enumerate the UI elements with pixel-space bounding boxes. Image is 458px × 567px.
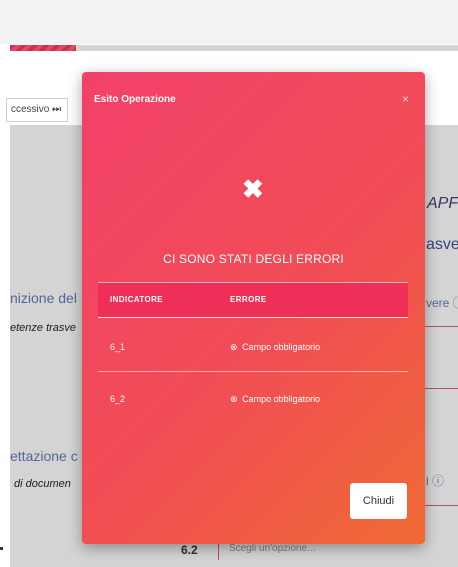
- table-row: 6_1 ⊗ Campo obbligatorio: [98, 320, 408, 372]
- error-text: Campo obbligatorio: [242, 394, 321, 404]
- indicator-cell: 6_2: [110, 394, 126, 404]
- error-text: Campo obbligatorio: [242, 342, 321, 352]
- column-header-indicator: INDICATORE: [110, 295, 164, 304]
- table-header: INDICATORE ERRORE: [98, 282, 408, 318]
- top-bar: [0, 0, 458, 44]
- modal-title: Esito Operazione: [94, 94, 176, 105]
- table-row: 6_2 ⊗ Campo obbligatorio: [98, 372, 408, 424]
- close-icon[interactable]: ×: [402, 92, 409, 106]
- error-cell: ⊗ Campo obbligatorio: [230, 394, 320, 405]
- column-header-error: ERRORE: [230, 295, 267, 304]
- progress-fill: [10, 45, 76, 51]
- error-cell: ⊗ Campo obbligatorio: [230, 342, 320, 353]
- result-modal: Esito Operazione × ✖ CI SONO STATI DEGLI…: [82, 72, 425, 544]
- error-circle-icon: ⊗: [230, 342, 238, 352]
- error-circle-icon: ⊗: [230, 394, 238, 404]
- bullet-mark: [0, 547, 3, 550]
- error-x-icon: ✖: [242, 174, 264, 204]
- progress-track: [10, 45, 458, 51]
- next-button[interactable]: ccessivo ⏭: [6, 98, 68, 122]
- indicator-cell: 6_1: [110, 342, 126, 352]
- close-button[interactable]: Chiudi: [350, 483, 407, 519]
- error-message: CI SONO STATI DEGLI ERRORI: [163, 252, 344, 266]
